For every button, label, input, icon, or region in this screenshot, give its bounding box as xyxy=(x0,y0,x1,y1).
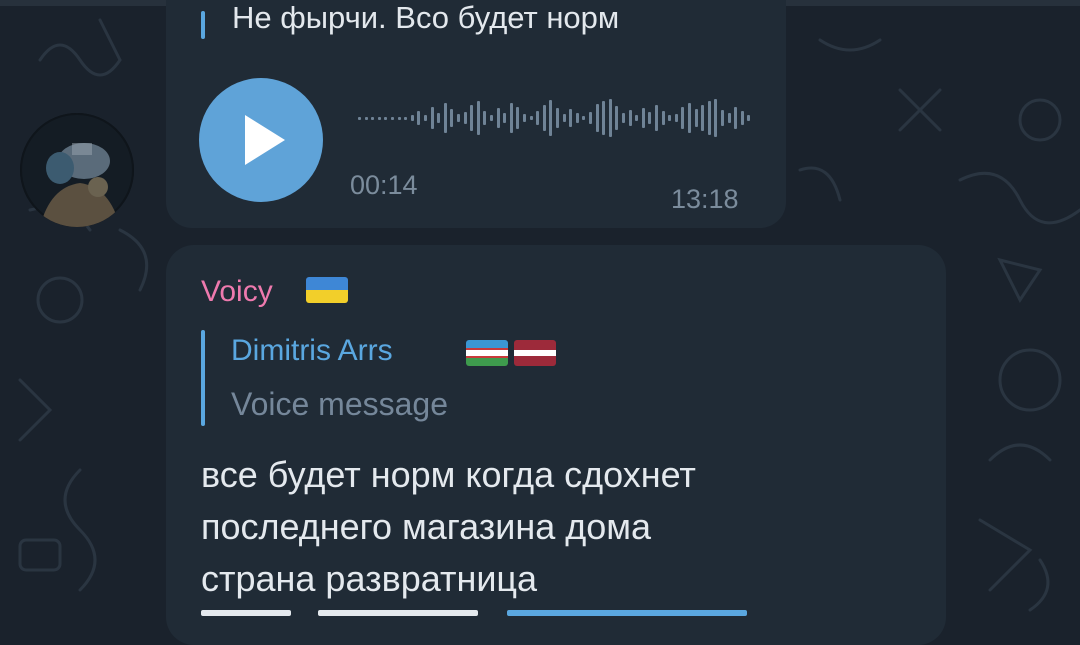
message-text-line: все будет норм когда сдохнет xyxy=(201,454,696,495)
waveform-bar xyxy=(740,111,744,125)
waveform-bar xyxy=(364,116,368,120)
waveform-bar xyxy=(688,103,691,133)
waveform-bar xyxy=(694,109,698,127)
waveform-bar xyxy=(747,115,751,121)
reply-bar xyxy=(201,330,205,426)
waveform-bar xyxy=(437,113,441,123)
play-button[interactable] xyxy=(199,78,323,202)
waveform-bar xyxy=(727,113,731,123)
waveform-bar xyxy=(655,105,658,131)
waveform-bar xyxy=(430,107,434,129)
waveform-bar xyxy=(615,106,619,130)
waveform-bar xyxy=(661,111,665,125)
waveform-bar xyxy=(674,114,678,122)
waveform-bar xyxy=(562,114,566,122)
waveform-bar xyxy=(721,110,724,126)
waveform-bar xyxy=(371,116,375,120)
waveform-bar xyxy=(417,111,421,125)
waveform-bar xyxy=(529,116,533,120)
waveform-bar xyxy=(714,99,718,137)
latvia-flag-icon xyxy=(514,340,556,366)
uzbekistan-flag-icon xyxy=(466,340,508,366)
waveform-bar xyxy=(608,99,612,137)
waveform-bar xyxy=(668,115,672,121)
waveform-bar xyxy=(457,114,460,122)
waveform-bar xyxy=(734,107,738,129)
waveform-bar xyxy=(628,110,632,126)
waveform-bar xyxy=(542,105,546,131)
waveform-bar xyxy=(549,100,553,136)
reply-author-text: Dimitris Arrs xyxy=(231,334,393,367)
waveform-bar xyxy=(569,109,573,127)
waveform-bar xyxy=(424,115,427,121)
waveform-bar xyxy=(397,116,401,120)
waveform-bar xyxy=(384,116,388,120)
waveform-bar xyxy=(410,115,414,121)
waveform-bar xyxy=(483,111,487,125)
waveform-bar xyxy=(681,107,685,129)
waveform-bar xyxy=(701,105,705,131)
waveform-bar xyxy=(602,101,606,135)
waveform-bar xyxy=(490,115,493,121)
cut-off-text-line xyxy=(201,602,941,618)
voice-waveform[interactable] xyxy=(358,96,758,146)
waveform-bar xyxy=(707,101,711,135)
waveform-bar xyxy=(523,114,526,122)
play-icon xyxy=(245,115,285,165)
message-text-line: страна развратница xyxy=(201,558,538,599)
waveform-bar xyxy=(391,116,394,120)
waveform-bar xyxy=(648,112,652,124)
waveform-bar xyxy=(556,108,559,128)
quoted-text: Не фырчи. Всо будет норм xyxy=(232,0,620,35)
waveform-bar xyxy=(496,108,500,128)
waveform-bar xyxy=(641,108,645,128)
waveform-bar xyxy=(516,107,520,129)
quote-bar xyxy=(201,11,205,39)
waveform-bar xyxy=(503,113,507,123)
waveform-bar xyxy=(509,103,513,133)
waveform-bar xyxy=(622,113,625,123)
waveform-bar xyxy=(595,104,599,132)
message-time: 13:18 xyxy=(671,184,739,214)
reply-preview: Voice message xyxy=(231,386,449,422)
waveform-bar xyxy=(589,112,592,124)
waveform-bar xyxy=(635,115,639,121)
avatar-image xyxy=(20,113,134,227)
message-text-line: последнего магазина дома xyxy=(201,506,652,547)
sender-name-text: Voicy xyxy=(201,275,273,308)
waveform-bar xyxy=(463,112,467,124)
waveform-bar xyxy=(443,103,447,133)
waveform-bar xyxy=(358,116,361,120)
waveform-bar xyxy=(404,116,408,120)
waveform-bar xyxy=(470,105,474,131)
voice-duration: 00:14 xyxy=(350,170,418,200)
waveform-bar xyxy=(377,116,381,120)
waveform-bar xyxy=(582,116,586,120)
waveform-bar xyxy=(450,109,454,127)
reply-author[interactable]: Dimitris Arrs xyxy=(231,334,393,368)
ukraine-flag-icon xyxy=(306,277,348,303)
sender-avatar[interactable] xyxy=(20,113,134,227)
waveform-bar xyxy=(476,101,480,135)
waveform-bar xyxy=(536,111,540,125)
waveform-bar xyxy=(575,113,579,123)
sender-name[interactable]: Voicy xyxy=(201,275,273,309)
